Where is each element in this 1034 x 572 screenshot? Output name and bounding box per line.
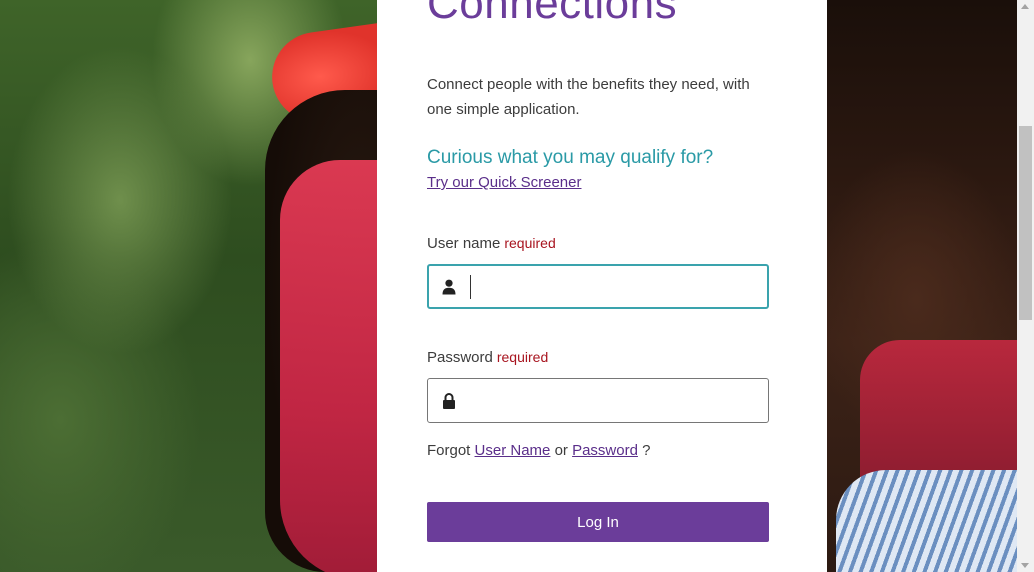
screener-prompt: Curious what you may qualify for? — [427, 147, 714, 168]
vertical-scrollbar[interactable] — [1017, 0, 1034, 572]
scroll-down-arrow-icon[interactable] — [1021, 563, 1029, 568]
username-label: User name required — [427, 235, 556, 252]
page-title: Connections — [427, 0, 678, 28]
scroll-up-arrow-icon[interactable] — [1021, 4, 1029, 9]
forgot-username-link[interactable]: User Name — [475, 442, 551, 459]
forgot-credentials: Forgot User Name or Password ? — [427, 442, 650, 459]
forgot-or: or — [554, 442, 568, 459]
forgot-prefix: Forgot — [427, 442, 471, 459]
forgot-password-link[interactable]: Password — [572, 442, 638, 459]
forgot-suffix: ? — [642, 442, 651, 459]
right-red-fabric — [860, 340, 1017, 480]
username-label-text: User name — [427, 235, 501, 252]
striped-shirt — [836, 470, 1017, 572]
lock-icon — [443, 393, 455, 409]
login-panel: Connections Connect people with the bene… — [377, 0, 827, 572]
red-headscarf — [280, 160, 390, 572]
password-label: Password required — [427, 349, 548, 366]
username-required: required — [504, 235, 556, 251]
password-required: required — [496, 349, 549, 365]
user-icon — [442, 279, 456, 295]
login-button[interactable]: Log In — [427, 502, 769, 542]
username-input[interactable] — [471, 266, 765, 309]
password-label-text: Password — [427, 349, 493, 366]
password-input[interactable] — [470, 379, 764, 424]
username-field[interactable] — [427, 264, 769, 309]
password-field[interactable] — [427, 378, 769, 424]
scroll-thumb[interactable] — [1019, 126, 1032, 320]
quick-screener-link[interactable]: Try our Quick Screener — [427, 174, 582, 191]
intro-text: Connect people with the benefits they ne… — [427, 76, 750, 118]
